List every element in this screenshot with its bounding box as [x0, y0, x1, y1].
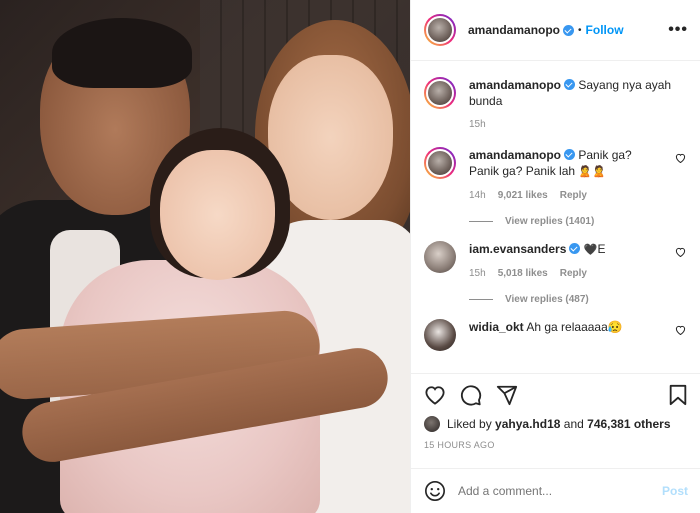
comment-username[interactable]: iam.evansanders — [469, 242, 566, 256]
comment-username[interactable]: amandamanopo — [469, 148, 561, 162]
author-avatar[interactable] — [424, 14, 456, 46]
comment-time[interactable]: 15h — [469, 266, 486, 282]
post-header: amandamanopo • Follow ••• — [411, 0, 700, 61]
add-comment-input[interactable] — [458, 484, 662, 498]
comment-item: amandamanopo Panik ga? Panik ga? Panik l… — [424, 147, 688, 204]
heart-icon[interactable] — [424, 385, 446, 405]
comment-avatar[interactable] — [424, 77, 456, 109]
post-comment-button[interactable]: Post — [662, 484, 688, 498]
comment-heart-icon[interactable] — [672, 247, 688, 282]
likes-count[interactable]: 746,381 others — [587, 417, 670, 431]
author-username[interactable]: amandamanopo — [468, 23, 560, 37]
follow-button[interactable]: Follow — [586, 23, 624, 37]
comment-time[interactable]: 15h — [469, 117, 486, 133]
comment-heart-icon[interactable] — [672, 153, 688, 204]
caption-comment: amandamanopo Sayang nya ayah bunda 15h — [424, 77, 688, 133]
bookmark-icon[interactable] — [668, 384, 688, 406]
comment-composer: Post — [411, 468, 700, 513]
post-actions: Liked by yahya.hd18 and 746,381 others 1… — [411, 373, 700, 468]
post-photo[interactable] — [0, 0, 410, 513]
liked-by-row: Liked by yahya.hd18 and 746,381 others — [424, 416, 688, 432]
comment-text: E — [597, 242, 606, 256]
comment-item: widia_okt Ah ga relaaaaa😥 — [424, 319, 688, 351]
comment-avatar[interactable] — [424, 241, 456, 273]
verified-badge-icon — [564, 149, 576, 160]
view-replies-button[interactable]: View replies (487) — [469, 294, 688, 305]
view-replies-button[interactable]: View replies (1401) — [469, 216, 688, 227]
comment-emoji: 🖤 — [583, 244, 598, 256]
comment-likes[interactable]: 5,018 likes — [498, 266, 548, 282]
comment-likes[interactable]: 9,021 likes — [498, 188, 548, 204]
post-sidebar: amandamanopo • Follow ••• amandamanopo S… — [410, 0, 700, 513]
reply-button[interactable]: Reply — [560, 188, 587, 204]
separator-dot: • — [578, 24, 582, 36]
comment-icon[interactable] — [460, 384, 482, 406]
comment-item: iam.evansanders 🖤E 15h 5,018 likes Reply — [424, 241, 688, 282]
more-options-icon[interactable]: ••• — [668, 22, 688, 38]
replies-divider — [469, 299, 493, 300]
action-icons — [424, 382, 688, 408]
comment-text: Ah ga relaaaaa — [526, 320, 608, 334]
liked-by-and: and — [563, 417, 584, 431]
author-info: amandamanopo • Follow — [468, 23, 624, 37]
replies-divider — [469, 221, 493, 222]
comment-time[interactable]: 14h — [469, 188, 486, 204]
liker-avatar[interactable] — [424, 416, 440, 432]
verified-badge-icon — [563, 24, 575, 36]
comment-username[interactable]: amandamanopo — [469, 78, 561, 92]
view-replies-label: View replies (487) — [505, 294, 589, 305]
comment-emoji: 😥 — [607, 320, 623, 334]
smile-emoji-icon[interactable] — [424, 480, 446, 502]
view-replies-label: View replies (1401) — [505, 216, 595, 227]
share-icon[interactable] — [496, 384, 518, 406]
comment-avatar[interactable] — [424, 147, 456, 179]
comment-avatar[interactable] — [424, 319, 456, 351]
instagram-post: amandamanopo • Follow ••• amandamanopo S… — [0, 0, 700, 513]
verified-badge-icon — [569, 243, 581, 254]
photo-girl-face — [160, 150, 275, 280]
reply-button[interactable]: Reply — [560, 266, 587, 282]
comment-emoji: 🙎🙎 — [578, 166, 606, 178]
photo-man-hair — [52, 18, 192, 88]
comment-username[interactable]: widia_okt — [469, 320, 524, 334]
verified-badge-icon — [564, 79, 576, 90]
liked-by-prefix: Liked by — [447, 417, 492, 431]
liker-username[interactable]: yahya.hd18 — [495, 417, 560, 431]
comment-heart-icon[interactable] — [672, 325, 688, 351]
post-timestamp[interactable]: 15 HOURS AGO — [424, 440, 688, 450]
comments-list[interactable]: amandamanopo Sayang nya ayah bunda 15h a… — [411, 61, 700, 373]
